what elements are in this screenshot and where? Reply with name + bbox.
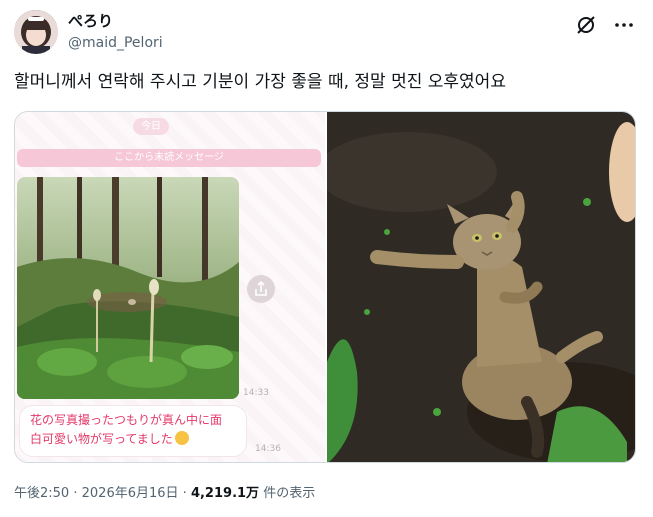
display-name[interactable]: ぺろり (68, 11, 163, 31)
share-button[interactable] (247, 275, 275, 303)
chat-screenshot[interactable]: 今日 ここから未読メッセージ 14:33 花の写真撮ったつもりが真ん中に面 白可… (15, 112, 325, 462)
media-grid: 今日 ここから未読メッセージ 14:33 花の写真撮ったつもりが真ん中に面 白可… (14, 111, 636, 463)
avatar[interactable] (14, 10, 58, 54)
share-icon (255, 280, 267, 296)
message-bubble: 花の写真撮ったつもりが真ん中に面 白可愛い物が写ってました (19, 405, 247, 457)
unread-divider: ここから未読メッセージ (17, 149, 321, 167)
views-label: 件の表示 (263, 486, 316, 501)
tweet-text: 할머니께서 연락해 주시고 기분이 가장 좋을 때, 정말 멋진 오후였어요 (14, 72, 506, 92)
tweet-header: ぺろり @maid_Pelori (14, 10, 639, 56)
avatar-photo-icon (14, 10, 58, 54)
date-pill: 今日 (133, 118, 169, 135)
tweet-meta: 午後2:50 · 2026年6月16日 · 4,219.1万 件の表示 (14, 485, 315, 503)
grok-icon[interactable] (575, 14, 597, 36)
more-icon[interactable] (613, 14, 635, 36)
user-handle[interactable]: @maid_Pelori (68, 33, 163, 53)
meta-separator-2: · (182, 486, 187, 501)
grinning-face-icon (174, 431, 189, 445)
post-time[interactable]: 午後2:50 (14, 486, 69, 501)
post-date[interactable]: 2026年6月16日 (82, 486, 179, 501)
meta-separator: · (73, 486, 78, 501)
message-timestamp: 14:36 (255, 444, 281, 454)
forest-photo (17, 177, 239, 399)
view-count: 4,219.1万 (190, 486, 260, 501)
header-actions (575, 14, 635, 36)
cat-photo[interactable] (327, 112, 635, 462)
message-line-1: 花の写真撮ったつもりが真ん中に面 (30, 413, 223, 427)
message-line-2: 白可愛い物が写ってました (30, 432, 173, 446)
photo-timestamp: 14:33 (243, 388, 269, 398)
author-names: ぺろり @maid_Pelori (68, 11, 163, 53)
